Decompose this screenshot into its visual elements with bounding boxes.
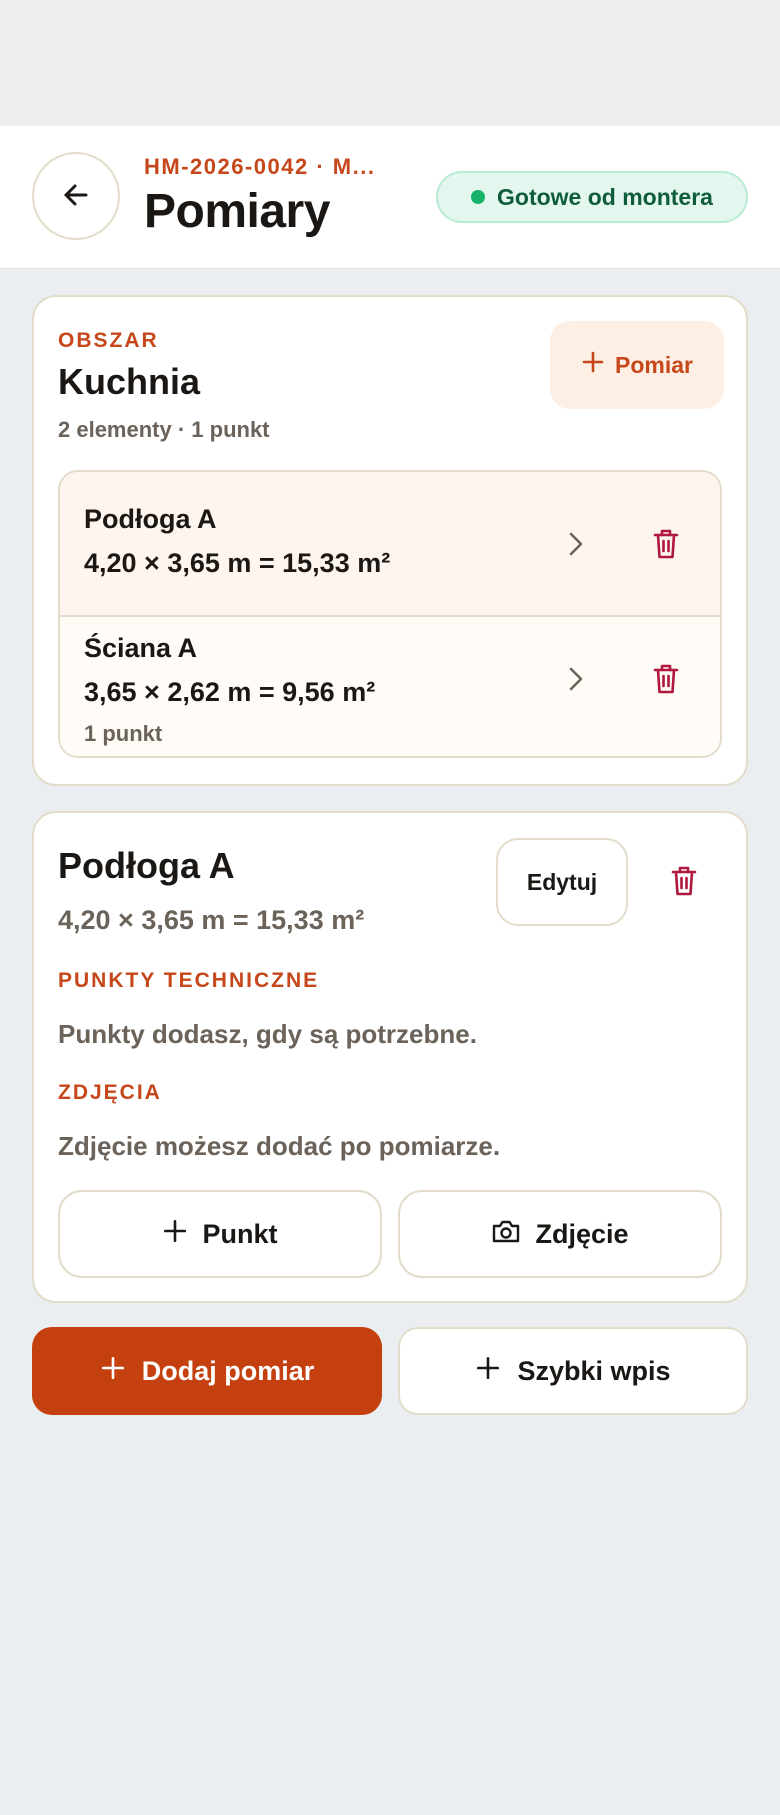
plus-icon	[162, 1218, 188, 1251]
status-bar-area	[0, 0, 780, 126]
detail-dimensions: 4,20 × 3,65 m = 15,33 m²	[58, 905, 365, 935]
list-item[interactable]: Podłoga A 4,20 × 3,65 m = 15,33 m²	[60, 472, 720, 617]
arrow-left-icon	[60, 179, 92, 214]
status-label: Gotowe od montera	[497, 183, 713, 210]
area-card: OBSZAR Kuchnia 2 elementy · 1 punkt Pomi…	[32, 295, 748, 786]
add-point-button[interactable]: Punkt	[58, 1190, 382, 1278]
page-header: HM-2026-0042 · M... Pomiary Gotowe od mo…	[0, 126, 780, 269]
page-title: Pomiary	[144, 185, 330, 238]
add-measurement-button[interactable]: Pomiar	[550, 321, 724, 409]
add-photo-button[interactable]: Zdjęcie	[398, 1190, 722, 1278]
element-dimensions: 4,20 × 3,65 m = 15,33 m²	[84, 548, 391, 578]
element-name: Ściana A	[84, 633, 198, 663]
detail-title: Podłoga A	[58, 845, 235, 886]
quick-entry-label: Szybki wpis	[517, 1355, 671, 1386]
chevron-right-icon[interactable]	[556, 524, 596, 564]
plus-icon	[100, 1355, 126, 1388]
trash-icon[interactable]	[646, 524, 686, 564]
trash-icon[interactable]	[646, 659, 686, 699]
edit-button[interactable]: Edytuj	[496, 838, 628, 926]
photos-heading: ZDJĘCIA	[58, 1081, 162, 1104]
camera-icon	[491, 1218, 521, 1251]
area-eyebrow: OBSZAR	[58, 329, 159, 352]
back-button[interactable]	[32, 152, 120, 240]
area-name: Kuchnia	[58, 361, 201, 402]
plus-icon	[581, 350, 605, 380]
element-detail-card: Podłoga A 4,20 × 3,65 m = 15,33 m² Edytu…	[32, 811, 748, 1303]
status-badge: Gotowe od montera	[436, 171, 748, 223]
add-photo-label: Zdjęcie	[535, 1218, 629, 1249]
element-points-count: 1 punkt	[84, 721, 163, 746]
add-point-label: Punkt	[202, 1218, 278, 1249]
chevron-right-icon[interactable]	[556, 659, 596, 699]
add-measurement-label: Pomiar	[615, 351, 693, 378]
quick-entry-button[interactable]: Szybki wpis	[398, 1327, 748, 1415]
elements-list: Podłoga A 4,20 × 3,65 m = 15,33 m² Ścian…	[58, 470, 722, 758]
plus-icon	[475, 1355, 501, 1388]
element-dimensions: 3,65 × 2,62 m = 9,56 m²	[84, 677, 376, 707]
points-empty-text: Punkty dodasz, gdy są potrzebne.	[58, 1019, 477, 1049]
area-summary: 2 elementy · 1 punkt	[58, 417, 270, 442]
photos-empty-text: Zdjęcie możesz dodać po pomiarze.	[58, 1131, 501, 1161]
status-dot-icon	[471, 190, 486, 204]
add-measurement-primary-label: Dodaj pomiar	[141, 1355, 315, 1386]
list-item[interactable]: Ściana A 3,65 × 2,62 m = 9,56 m² 1 punkt	[60, 617, 720, 756]
add-measurement-primary-button[interactable]: Dodaj pomiar	[32, 1327, 382, 1415]
trash-icon[interactable]	[664, 861, 704, 901]
element-name: Podłoga A	[84, 504, 217, 534]
points-heading: PUNKTY TECHNICZNE	[58, 969, 320, 992]
order-number: HM-2026-0042 · M...	[144, 154, 376, 179]
